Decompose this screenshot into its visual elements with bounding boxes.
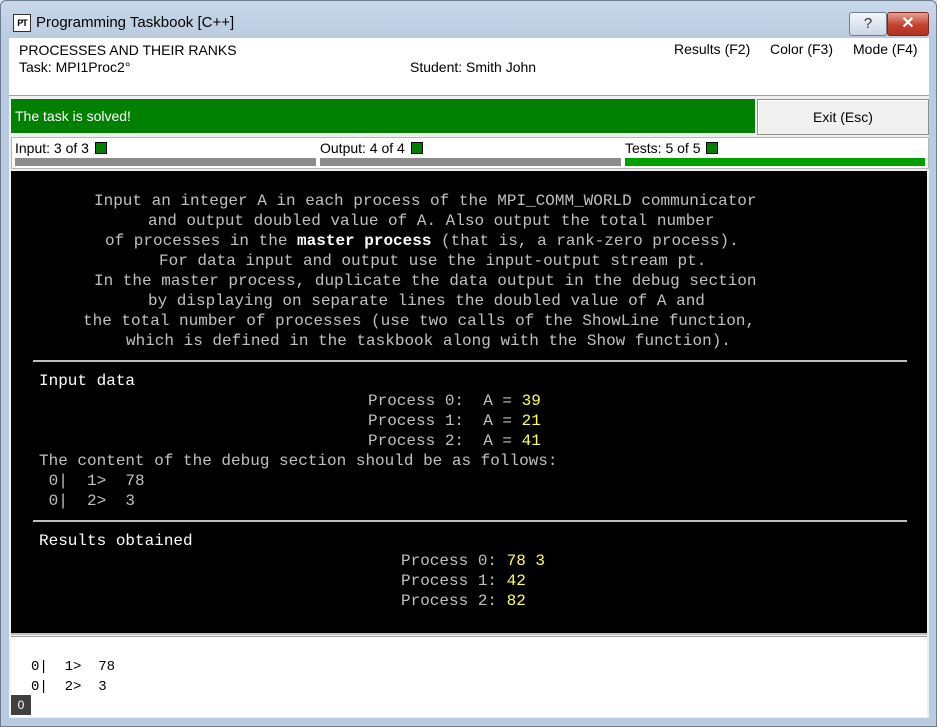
menu-color[interactable]: Color (F3) <box>770 41 833 57</box>
task-name: Task: MPI1Proc2° <box>19 59 131 75</box>
output-status-square-icon <box>410 142 423 154</box>
progress-row: Input: 3 of 3 Output: 4 of 4 Tests: 5 of… <box>11 137 929 169</box>
close-icon: ✕ <box>901 15 915 32</box>
menu-mode[interactable]: Mode (F4) <box>853 41 918 57</box>
input-progress-bar <box>15 158 316 166</box>
input-row-2: Process 2: A = 41 <box>368 432 541 450</box>
debug-section[interactable]: 0| 1> 78 0| 2> 3 0 <box>11 636 927 717</box>
result-row-2: Process 2: 82 <box>401 592 526 610</box>
task-line-2: and output doubled value of A. Also outp… <box>148 212 715 230</box>
app-icon: PT <box>13 14 31 32</box>
task-header: PROCESSES AND THEIR RANKS Task: MPI1Proc… <box>9 38 929 96</box>
task-line-4: For data input and output use the input-… <box>159 252 707 270</box>
tests-status-square-icon <box>706 142 719 154</box>
app-window: PT Programming Taskbook [C++] ? ✕ PROCES… <box>0 0 937 727</box>
exit-button[interactable]: Exit (Esc) <box>757 99 929 135</box>
group-title: PROCESSES AND THEIR RANKS <box>19 42 237 58</box>
debug-caption: The content of the debug section should … <box>39 452 558 470</box>
task-line-7: the total number of processes (use two c… <box>83 312 756 330</box>
expected-debug-line-1: 0| 1> 78 <box>39 472 145 490</box>
debug-page-badge[interactable]: 0 <box>11 695 31 715</box>
results-divider <box>33 520 907 522</box>
student-name: Student: Smith John <box>410 59 537 75</box>
result-row-0: Process 0: 78 3 <box>401 552 546 570</box>
menu-results[interactable]: Results (F2) <box>674 41 750 57</box>
task-line-6: by displaying on separate lines the doub… <box>148 292 705 310</box>
help-button[interactable]: ? <box>849 12 887 36</box>
input-divider <box>33 360 907 362</box>
task-console[interactable]: Input an integer A in each process of th… <box>11 171 927 635</box>
input-heading: Input data <box>39 372 136 390</box>
tests-progress-bar <box>625 158 925 166</box>
title-bar[interactable]: PT Programming Taskbook [C++] ? ✕ <box>1 1 936 41</box>
task-line-5: In the master process, duplicate the dat… <box>94 272 757 290</box>
tests-progress-label: Tests: 5 of 5 <box>625 140 719 156</box>
input-row-1: Process 1: A = 21 <box>368 412 541 430</box>
client-area: PROCESSES AND THEIR RANKS Task: MPI1Proc… <box>9 38 929 718</box>
task-line-8: which is defined in the taskbook along w… <box>126 332 731 350</box>
results-heading: Results obtained <box>39 532 193 550</box>
help-icon: ? <box>863 15 873 32</box>
input-progress-label: Input: 3 of 3 <box>15 140 107 156</box>
status-message: The task is solved! <box>11 99 755 133</box>
debug-line-1: 0| 1> 78 <box>31 659 116 675</box>
close-button[interactable]: ✕ <box>887 12 929 36</box>
debug-line-2: 0| 2> 3 <box>31 679 107 695</box>
task-line-3: of processes in the master process (that… <box>105 232 739 250</box>
task-line-1: Input an integer A in each process of th… <box>94 192 757 210</box>
window-title: Programming Taskbook [C++] <box>36 14 235 31</box>
input-status-square-icon <box>94 142 107 154</box>
expected-debug-line-2: 0| 2> 3 <box>39 492 136 510</box>
output-progress-bar <box>320 158 621 166</box>
result-row-1: Process 1: 42 <box>401 572 526 590</box>
input-row-0: Process 0: A = 39 <box>368 392 541 410</box>
output-progress-label: Output: 4 of 4 <box>320 140 423 156</box>
